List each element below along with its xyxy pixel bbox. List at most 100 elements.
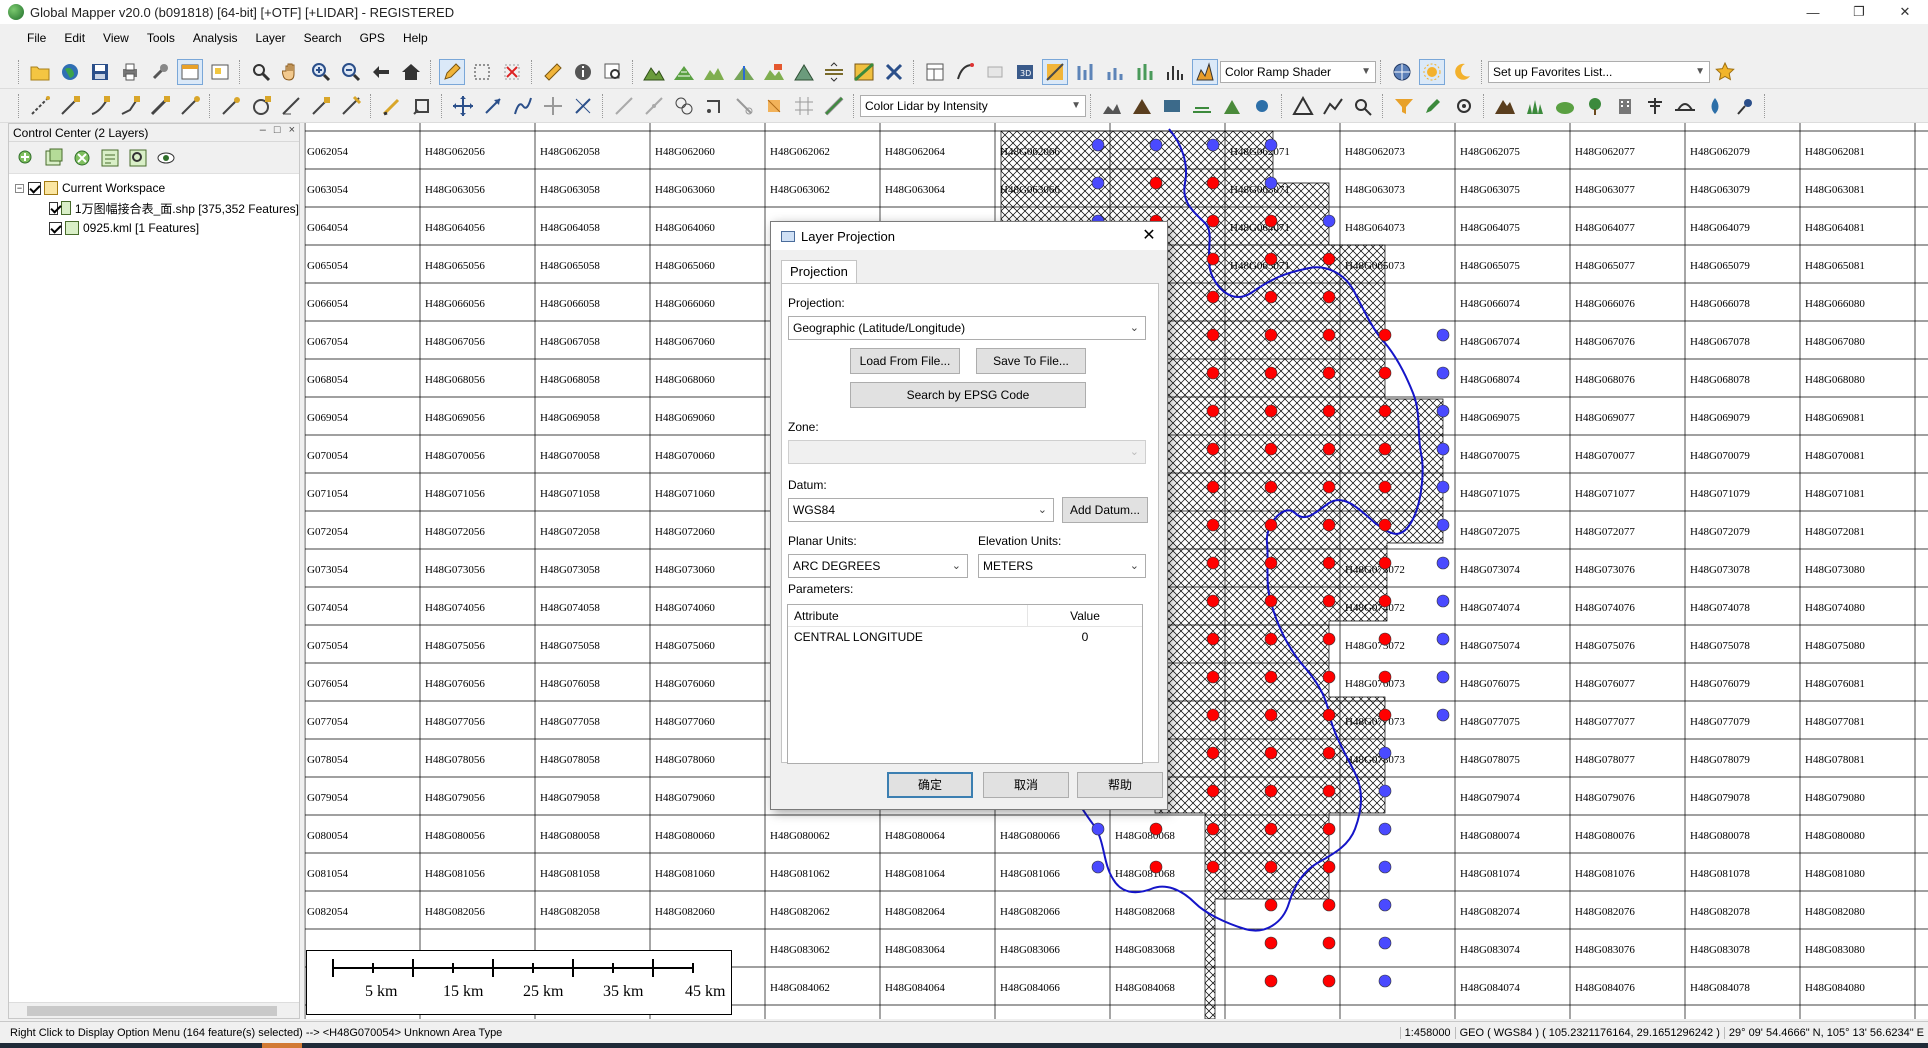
lidar-filter-icon[interactable]	[1391, 93, 1417, 119]
selected-point[interactable]	[1378, 518, 1392, 532]
unselected-point[interactable]	[1436, 518, 1450, 532]
delete-selection-icon[interactable]	[499, 59, 525, 85]
maximize-button[interactable]: ❐	[1836, 0, 1882, 24]
zoom-in-icon[interactable]	[308, 59, 334, 85]
selected-point[interactable]	[1378, 328, 1392, 342]
menu-tools[interactable]: Tools	[138, 26, 184, 50]
selected-point[interactable]	[1322, 518, 1336, 532]
selected-point[interactable]	[1378, 708, 1392, 722]
selected-point[interactable]	[1322, 632, 1336, 646]
selected-point[interactable]	[1322, 936, 1336, 950]
home-icon[interactable]	[398, 59, 424, 85]
ruler-measure-icon[interactable]	[821, 93, 847, 119]
collapse-icon[interactable]: −	[15, 183, 24, 193]
power-line-icon[interactable]	[1642, 93, 1668, 119]
globe-icon[interactable]	[57, 59, 83, 85]
toolbar-grip[interactable]	[531, 59, 534, 84]
selected-point[interactable]	[1264, 594, 1278, 608]
unselected-point[interactable]	[1378, 784, 1392, 798]
selected-point[interactable]	[1322, 784, 1336, 798]
panel-close-button[interactable]: ×	[289, 124, 295, 136]
view-shed-icon[interactable]	[701, 59, 727, 85]
menu-gps[interactable]: GPS	[351, 26, 394, 50]
unselected-point[interactable]	[1378, 860, 1392, 874]
rotate-scale-icon[interactable]	[480, 93, 506, 119]
selected-point[interactable]	[1378, 632, 1392, 646]
selected-point[interactable]	[1206, 860, 1220, 874]
menu-help[interactable]: Help	[394, 26, 437, 50]
add-layer-icon[interactable]	[15, 147, 37, 169]
create-point-icon[interactable]	[218, 93, 244, 119]
elevation-units-select[interactable]: METERS ⌄	[978, 554, 1146, 578]
lidar-color-select[interactable]: Color Lidar by Intensity ▼	[860, 94, 1086, 117]
selected-point[interactable]	[1206, 480, 1220, 494]
unselected-point[interactable]	[1436, 594, 1450, 608]
toolbar-grip[interactable]	[602, 93, 605, 118]
measure-ruler-icon[interactable]	[540, 59, 566, 85]
back-arrow-icon[interactable]	[368, 59, 394, 85]
toolbar-grip[interactable]	[853, 93, 856, 118]
unselected-point[interactable]	[1378, 822, 1392, 836]
3d-view-icon[interactable]: 3D	[1012, 59, 1038, 85]
layer-checkbox[interactable]	[49, 201, 59, 215]
selected-point[interactable]	[1206, 822, 1220, 836]
selected-point[interactable]	[1206, 290, 1220, 304]
unselected-point[interactable]	[1436, 708, 1450, 722]
selected-point[interactable]	[1264, 290, 1278, 304]
3d-path-icon[interactable]	[952, 59, 978, 85]
selected-point[interactable]	[1206, 214, 1220, 228]
selected-point[interactable]	[1322, 290, 1336, 304]
unselected-point[interactable]	[1436, 556, 1450, 570]
selected-point[interactable]	[1322, 252, 1336, 266]
unselected-point[interactable]	[1436, 328, 1450, 342]
tree-row-layer-shp[interactable]: 1万图幅接合表_面.shp [375,352 Features]	[15, 198, 299, 218]
metadata-icon[interactable]	[99, 147, 121, 169]
lidar-vegetation-icon[interactable]	[1219, 93, 1245, 119]
move-vertex-icon[interactable]	[540, 93, 566, 119]
dialog-title-bar[interactable]: Layer Projection ✕	[771, 222, 1167, 250]
selected-point[interactable]	[1149, 176, 1163, 190]
unselected-point[interactable]	[1091, 822, 1105, 836]
selected-point[interactable]	[1264, 518, 1278, 532]
selected-point[interactable]	[1264, 556, 1278, 570]
toolbar-grip[interactable]	[1483, 93, 1486, 118]
join-line-icon[interactable]	[641, 93, 667, 119]
toolbar-grip[interactable]	[1090, 93, 1093, 118]
raster-calc-icon[interactable]	[851, 59, 877, 85]
path-profile-icon[interactable]	[600, 59, 626, 85]
selected-point[interactable]	[1322, 898, 1336, 912]
unselected-point[interactable]	[1378, 898, 1392, 912]
control-center-icon[interactable]	[177, 58, 203, 85]
selected-point[interactable]	[1149, 822, 1163, 836]
unselected-point[interactable]	[1436, 670, 1450, 684]
shader-toggle-icon[interactable]	[1042, 58, 1068, 85]
draw-line-icon[interactable]	[27, 93, 53, 119]
unselected-point[interactable]	[1091, 860, 1105, 874]
help-button[interactable]: 帮助	[1077, 772, 1163, 798]
selected-point[interactable]	[1206, 404, 1220, 418]
selected-point[interactable]	[1322, 480, 1336, 494]
selected-point[interactable]	[1264, 822, 1278, 836]
lidar-ground-icon[interactable]	[1189, 93, 1215, 119]
toolbar-grip[interactable]	[370, 93, 373, 118]
selected-point[interactable]	[1378, 480, 1392, 494]
select-rectangle-icon[interactable]	[469, 59, 495, 85]
unselected-point[interactable]	[1322, 214, 1336, 228]
ok-button[interactable]: 确定	[887, 772, 973, 798]
layer-options-icon[interactable]	[43, 147, 65, 169]
buffer-icon[interactable]	[731, 93, 757, 119]
histogram-shader-icon[interactable]	[1192, 58, 1218, 85]
path-profile-lidar-icon[interactable]	[1320, 93, 1346, 119]
close-window-button[interactable]: ✕	[1882, 0, 1928, 24]
selected-point[interactable]	[1206, 328, 1220, 342]
toolbar-grip[interactable]	[18, 93, 21, 118]
open-folder-icon[interactable]	[27, 59, 53, 85]
draw-line-5-icon[interactable]	[147, 93, 173, 119]
layout-view-icon[interactable]	[922, 59, 948, 85]
shrub-icon[interactable]	[1552, 93, 1578, 119]
lidar-grid-icon[interactable]	[1099, 93, 1125, 119]
selected-point[interactable]	[1322, 860, 1336, 874]
scrollbar-thumb[interactable]	[27, 1006, 277, 1016]
selected-point[interactable]	[1206, 366, 1220, 380]
online-data-globe-icon[interactable]	[1389, 59, 1415, 85]
